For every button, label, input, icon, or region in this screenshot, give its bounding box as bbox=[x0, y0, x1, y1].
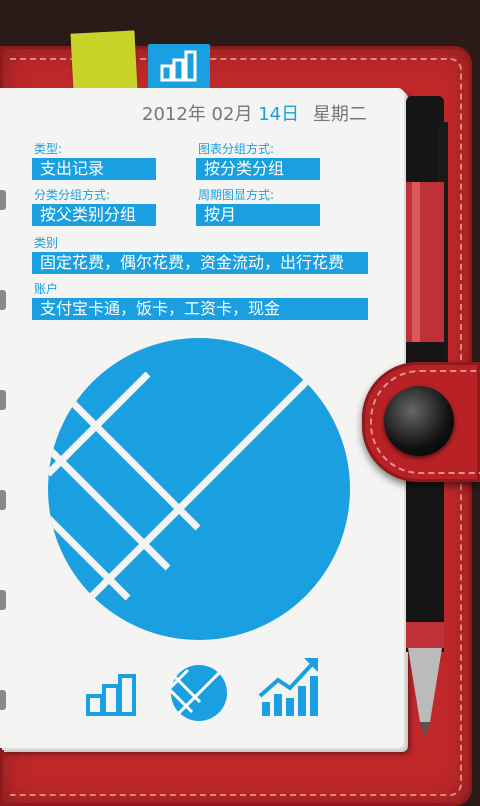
page-rings bbox=[0, 90, 6, 750]
date-header: 2012年 02月 14日 星期二 bbox=[142, 100, 367, 126]
type-label: 类型: bbox=[34, 142, 63, 156]
bookmark-tab-chart[interactable] bbox=[148, 44, 210, 88]
chart-group-field[interactable]: 按分类分组 bbox=[196, 158, 320, 180]
date-month: 02月 bbox=[211, 104, 253, 125]
category-field[interactable]: 固定花费，偶尔花费，资金流动，出行花费 bbox=[32, 252, 368, 274]
bar-chart-icon[interactable] bbox=[84, 672, 140, 718]
account-label: 账户 bbox=[34, 282, 59, 296]
date-day: 14日 bbox=[258, 104, 300, 125]
period-field[interactable]: 按月 bbox=[196, 204, 320, 226]
type-field[interactable]: 支出记录 bbox=[32, 158, 156, 180]
binder-strap bbox=[362, 362, 480, 482]
account-field[interactable]: 支付宝卡通，饭卡，工资卡，现金 bbox=[32, 298, 368, 320]
category-group-field[interactable]: 按父类别分组 bbox=[32, 204, 156, 226]
date-year-suffix: 年 bbox=[187, 104, 206, 125]
period-label: 周期图显方式: bbox=[198, 188, 275, 202]
bar-chart-icon bbox=[160, 50, 197, 82]
pie-chart-icon[interactable] bbox=[170, 664, 228, 722]
category-label: 类别 bbox=[34, 236, 59, 250]
strap-button[interactable] bbox=[384, 386, 454, 456]
bookmark-tab-yellow[interactable] bbox=[70, 30, 138, 94]
category-group-label: 分类分组方式: bbox=[34, 188, 111, 202]
date-year: 2012 bbox=[142, 104, 188, 125]
view-switcher bbox=[80, 656, 330, 722]
pie-chart[interactable] bbox=[48, 338, 350, 640]
chart-group-label: 图表分组方式: bbox=[198, 142, 275, 156]
line-trend-icon[interactable] bbox=[258, 656, 320, 720]
date-weekday: 星期二 bbox=[312, 104, 367, 125]
